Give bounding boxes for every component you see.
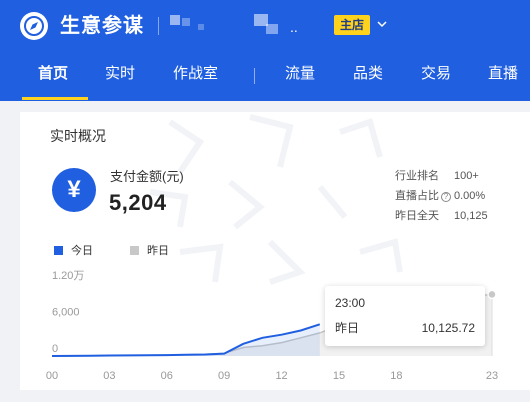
legend-label: 昨日 [147, 245, 169, 257]
nav-war-room[interactable]: 作战室 [173, 64, 218, 84]
hover-point [487, 289, 497, 300]
stat-yesterday-total: 昨日全天 10,125 [395, 208, 488, 224]
nav-realtime[interactable]: 实时 [105, 64, 135, 84]
compass-logo-icon[interactable] [20, 12, 48, 40]
payment-amount-label: 支付金额(元) [110, 169, 184, 184]
series-area-today [52, 324, 320, 356]
shop-name-ellipsis: .. [290, 19, 298, 35]
stat-value: 0.00% [454, 190, 486, 202]
stat-label: 昨日全天 [395, 210, 439, 222]
y-tick-label: 1.20万 [52, 270, 84, 282]
shop-badge[interactable]: 主店 [334, 15, 371, 35]
y-tick-label: 0 [52, 343, 58, 355]
main-nav: 首页 实时 作战室 流量 品类 交易 直播 [0, 52, 530, 101]
x-tick-label: 23 [486, 370, 498, 382]
x-tick-label: 03 [103, 370, 115, 382]
header-divider [158, 17, 159, 35]
nav-active-indicator [22, 97, 88, 100]
tooltip-series-label: 昨日 [335, 321, 360, 335]
chart-tooltip: 23:00 昨日 10,125.72 [325, 286, 485, 346]
x-tick-label: 18 [390, 370, 402, 382]
legend-swatch-yesterday [130, 246, 139, 255]
yuan-icon: ¥ [52, 168, 96, 212]
shop-name-blurred[interactable]: .. [168, 14, 308, 38]
app-name[interactable]: 生意参谋 [60, 12, 144, 40]
chevron-down-icon[interactable] [376, 18, 388, 30]
nav-category[interactable]: 品类 [353, 64, 383, 84]
x-tick-label: 12 [275, 370, 287, 382]
legend-swatch-today [54, 246, 63, 255]
nav-trade[interactable]: 交易 [421, 64, 451, 84]
x-tick-label: 00 [46, 370, 58, 382]
stat-label: 行业排名 [395, 170, 439, 182]
payment-amount-value: 5,204 [109, 190, 167, 215]
card-title: 实时概况 [50, 128, 106, 144]
nav-separator [254, 68, 255, 84]
top-header: 生意参谋 .. 主店 首页 实时 作战室 流量 品类 交易 直播 [0, 0, 530, 101]
nav-traffic[interactable]: 流量 [285, 64, 315, 84]
stat-live-share: 直播占比? 0.00% [395, 188, 485, 204]
x-tick-label: 09 [218, 370, 230, 382]
brand-row: 生意参谋 .. 主店 [0, 0, 530, 52]
x-tick-label: 15 [333, 370, 345, 382]
question-circle-icon[interactable]: ? [441, 192, 451, 202]
tooltip-time: 23:00 [335, 296, 366, 310]
nav-live[interactable]: 直播 [488, 64, 518, 84]
legend-yesterday[interactable]: 昨日 [130, 244, 169, 258]
x-tick-label: 06 [161, 370, 173, 382]
stat-label: 直播占比 [395, 190, 439, 202]
nav-home[interactable]: 首页 [38, 64, 68, 84]
legend-today[interactable]: 今日 [54, 244, 93, 258]
y-tick-label: 6,000 [52, 307, 80, 319]
stat-industry-rank: 行业排名 100+ [395, 168, 479, 184]
stat-value: 10,125 [454, 210, 488, 222]
legend-label: 今日 [71, 245, 93, 257]
stat-value: 100+ [454, 170, 479, 182]
realtime-overview-card: 实时概况 ¥ 支付金额(元) 5,204 行业排名 100+ 直播占比? 0.0… [20, 112, 530, 390]
tooltip-value: 10,125.72 [421, 321, 475, 335]
